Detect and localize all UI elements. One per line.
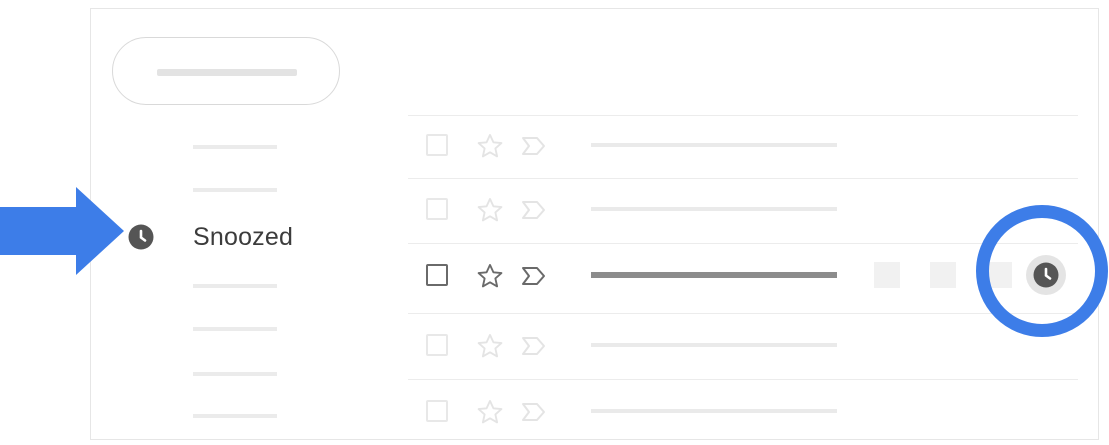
star-icon[interactable] — [476, 262, 504, 290]
subject-placeholder — [591, 143, 837, 147]
sidebar-item-placeholder[interactable] — [193, 414, 277, 418]
subject-placeholder — [591, 343, 837, 347]
star-icon[interactable] — [476, 332, 504, 360]
clock-icon — [128, 224, 154, 250]
subject-placeholder — [591, 272, 837, 278]
row-divider — [408, 178, 1078, 179]
sidebar-item-placeholder[interactable] — [193, 188, 277, 192]
importance-marker-icon[interactable] — [521, 402, 547, 422]
star-icon[interactable] — [476, 196, 504, 224]
importance-marker-icon[interactable] — [521, 336, 547, 356]
highlight-circle — [976, 205, 1108, 337]
compose-label-placeholder — [157, 69, 297, 76]
table-row[interactable] — [408, 184, 1078, 236]
row-divider — [408, 379, 1078, 380]
sidebar-item-label: Snoozed — [193, 222, 294, 251]
sidebar-item-placeholder[interactable] — [193, 372, 277, 376]
pointer-arrow-icon — [0, 187, 124, 275]
sidebar-item-snoozed[interactable]: Snoozed — [128, 212, 388, 262]
row-divider — [408, 115, 1078, 116]
row-checkbox[interactable] — [426, 198, 448, 220]
star-icon[interactable] — [476, 398, 504, 426]
table-row[interactable] — [408, 320, 1078, 372]
row-checkbox[interactable] — [426, 134, 448, 156]
row-checkbox[interactable] — [426, 334, 448, 356]
importance-marker-icon[interactable] — [521, 266, 547, 286]
table-row[interactable] — [408, 120, 1078, 172]
row-divider — [408, 243, 1078, 244]
row-action-placeholder[interactable] — [930, 262, 956, 288]
importance-marker-icon[interactable] — [521, 136, 547, 156]
sidebar-item-placeholder[interactable] — [193, 327, 277, 331]
importance-marker-icon[interactable] — [521, 200, 547, 220]
compose-button[interactable] — [112, 37, 340, 105]
subject-placeholder — [591, 409, 837, 413]
row-action-placeholder[interactable] — [874, 262, 900, 288]
sidebar-item-placeholder[interactable] — [193, 145, 277, 149]
sidebar-item-placeholder[interactable] — [193, 284, 277, 288]
row-checkbox[interactable] — [426, 400, 448, 422]
row-checkbox[interactable] — [426, 264, 448, 286]
subject-placeholder — [591, 207, 837, 211]
table-row[interactable] — [408, 386, 1078, 438]
star-icon[interactable] — [476, 132, 504, 160]
row-divider — [408, 313, 1078, 314]
